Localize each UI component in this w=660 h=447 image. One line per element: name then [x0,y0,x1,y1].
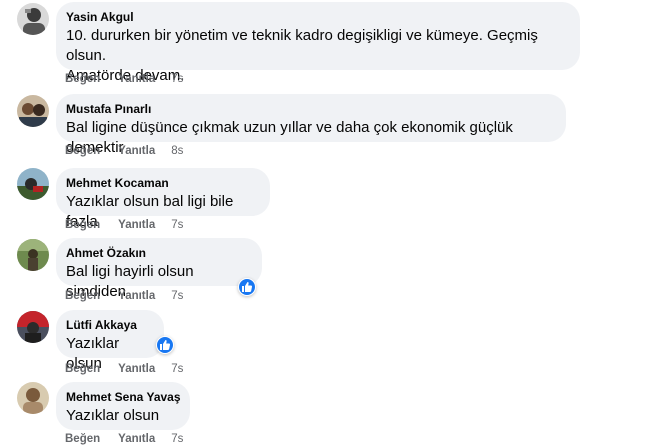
avatar-image [17,311,49,343]
avatar-image [17,239,49,271]
reply-button[interactable]: Yanıtla [118,288,155,304]
comment-actions: Beğen Yanıtla 8s [65,143,183,159]
comment-bubble: Lütfi Akkaya Yazıklar olsun [56,310,164,372]
comment-text: Yazıklar olsun [66,406,178,426]
comment-actions: Beğen Yanıtla 7s [65,431,183,447]
avatar[interactable] [17,239,49,271]
comment-author[interactable]: Yasin Akgul [66,10,568,24]
comment-author[interactable]: Lütfi Akkaya [66,318,152,332]
comment-author[interactable]: Mehmet Sena Yavaş [66,390,181,404]
reply-button[interactable]: Yanıtla [118,361,155,377]
avatar[interactable] [17,95,49,127]
avatar-image [17,168,49,200]
comment-timestamp[interactable]: 7s [171,217,183,233]
reply-button[interactable]: Yanıtla [118,71,155,87]
comment-author[interactable]: Mustafa Pınarlı [66,102,554,116]
reply-button[interactable]: Yanıtla [118,143,155,159]
comment-actions: Beğen Yanıtla 7s [65,71,183,87]
comment-author[interactable]: Mehmet Kocaman [66,176,258,190]
like-button[interactable]: Beğen [65,71,100,87]
comment-bubble: Ahmet Özakın Bal ligi hayirli olsun simd… [56,238,262,300]
reply-button[interactable]: Yanıtla [118,217,155,233]
avatar[interactable] [17,3,49,35]
comment-line: 10. dururken bir yönetim ve teknik kadro… [66,27,538,64]
like-reaction-badge[interactable] [238,278,256,296]
comment-bubble: Mehmet Sena Yavaş Yazıklar olsun [56,382,190,430]
avatar-image [17,382,49,414]
like-button[interactable]: Beğen [65,361,100,377]
like-button[interactable]: Beğen [65,143,100,159]
thumbs-up-icon [242,282,253,292]
avatar-image [17,3,49,35]
avatar-image [17,95,49,127]
like-button[interactable]: Beğen [65,288,100,304]
comment-bubble: Yasin Akgul 10. dururken bir yönetim ve … [56,2,580,84]
avatar[interactable] [17,311,49,343]
comment-timestamp[interactable]: 8s [171,143,183,159]
comment-actions: Beğen Yanıtla 7s [65,361,183,377]
comment-bubble: Mehmet Kocaman Yazıklar olsun bal ligi b… [56,168,270,230]
like-button[interactable]: Beğen [65,217,100,233]
avatar[interactable] [17,168,49,200]
avatar[interactable] [17,382,49,414]
like-reaction-badge[interactable] [156,336,174,354]
thumbs-up-icon [160,340,171,350]
comment-actions: Beğen Yanıtla 7s [65,217,183,233]
comment-timestamp[interactable]: 7s [171,431,183,447]
comment-line: Yazıklar olsun [66,407,160,424]
reply-button[interactable]: Yanıtla [118,431,155,447]
comment-author[interactable]: Ahmet Özakın [66,246,250,260]
comment-timestamp[interactable]: 7s [171,288,183,304]
comment-bubble: Mustafa Pınarlı Bal ligine düşünce çıkma… [56,94,566,156]
like-button[interactable]: Beğen [65,431,100,447]
comment-timestamp[interactable]: 7s [171,71,183,87]
comment-actions: Beğen Yanıtla 7s [65,288,183,304]
comment-timestamp[interactable]: 7s [171,361,183,377]
